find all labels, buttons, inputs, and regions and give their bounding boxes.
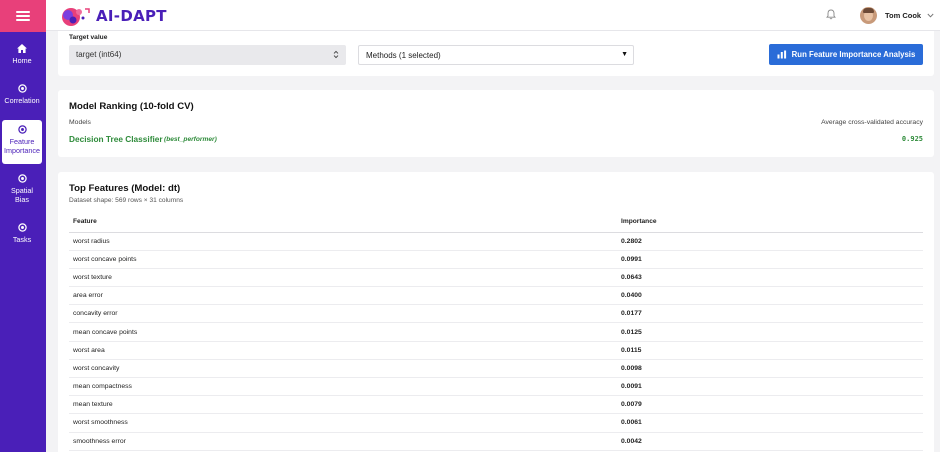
importance-cell: 0.0042 <box>617 432 923 451</box>
target-icon <box>17 223 27 232</box>
table-row: mean concave points 0.0125 <box>69 322 923 342</box>
table-row: worst radius 0.2802 <box>69 232 923 251</box>
top-features-card: Top Features (Model: dt) Dataset shape: … <box>58 172 934 452</box>
model-ranking-card: Model Ranking (10-fold CV) Models Averag… <box>58 90 934 157</box>
app-logo[interactable]: AI-DAPT <box>60 5 167 27</box>
menu-toggle-button[interactable] <box>0 0 46 32</box>
home-icon <box>17 44 27 53</box>
feature-cell: mean compactness <box>69 377 617 397</box>
target-icon <box>17 174 27 183</box>
feature-cell: concavity error <box>69 304 617 324</box>
top-features-title: Top Features (Model: dt) <box>69 183 181 194</box>
importance-cell: 0.0991 <box>617 250 923 269</box>
importance-cell: 0.0061 <box>617 413 923 433</box>
feature-cell: worst texture <box>69 268 617 288</box>
top-bar: AI-DAPT Tom Cook <box>46 0 940 31</box>
bar-chart-icon <box>777 50 786 59</box>
feature-cell: worst area <box>69 341 617 360</box>
sidebar-item-feature-importance[interactable]: Feature Importance <box>2 120 42 164</box>
feature-cell: smoothness error <box>69 432 617 451</box>
best-performer-tag: (best_performer) <box>164 136 217 143</box>
sidebar-item-tasks[interactable]: Tasks <box>2 223 42 253</box>
sidebar-item-label-line1: Feature <box>9 137 35 146</box>
importance-cell: 0.0400 <box>617 286 923 306</box>
sidebar-item-correlation[interactable]: Correlation <box>2 84 42 116</box>
dataset-shape: Dataset shape: 569 rows × 31 columns <box>69 197 184 204</box>
sidebar-item-label: Tasks <box>12 235 32 244</box>
chevron-updown-icon <box>333 50 339 59</box>
target-value-selected: target (int64) <box>76 50 122 59</box>
hamburger-icon <box>16 11 30 21</box>
table-row: mean texture 0.0079 <box>69 395 923 415</box>
column-header-feature: Feature <box>69 212 617 233</box>
importance-cell: 0.0643 <box>617 268 923 288</box>
sidebar-item-label-line1: Spatial <box>11 186 33 195</box>
model-accuracy-score: 0.925 <box>901 135 923 143</box>
sidebar-item-label: Correlation <box>4 96 40 105</box>
table-row: worst concave points 0.0991 <box>69 250 923 269</box>
sidebar-item-label: Home <box>12 56 32 65</box>
run-button-label: Run Feature Importance Analysis <box>791 50 916 59</box>
models-label: Models <box>69 119 91 126</box>
table-row: worst concavity 0.0098 <box>69 359 923 379</box>
logo-icon <box>62 8 90 26</box>
table-row: smoothness error 0.0042 <box>69 432 923 451</box>
importance-cell: 0.0177 <box>617 304 923 324</box>
sidebar-item-spatial-bias[interactable]: Spatial Bias <box>2 174 42 214</box>
accuracy-label: Average cross-validated accuracy <box>821 119 923 126</box>
caret-down-icon: ▼ <box>621 51 628 58</box>
column-header-importance: Importance <box>617 212 923 233</box>
user-name: Tom Cook <box>885 10 922 20</box>
feature-cell: mean texture <box>69 395 617 415</box>
feature-cell: worst radius <box>69 232 617 251</box>
importance-cell: 0.0115 <box>617 341 923 360</box>
feature-cell: area error <box>69 286 617 306</box>
chevron-down-icon <box>927 13 934 18</box>
target-icon <box>17 84 27 93</box>
analysis-controls-card: Target value target (int64) Methods (1 s… <box>58 31 934 76</box>
table-row: worst smoothness 0.0061 <box>69 413 923 433</box>
importance-cell: 0.2802 <box>617 232 923 251</box>
table-row: worst area 0.0115 <box>69 341 923 360</box>
avatar <box>860 6 877 24</box>
table-header-row: Feature Importance <box>69 212 923 233</box>
bell-icon[interactable] <box>826 9 836 20</box>
sidebar: Home Correlation Feature Importance Spat… <box>0 0 46 452</box>
model-ranking-title: Model Ranking (10-fold CV) <box>69 101 194 112</box>
sidebar-item-label-line2: Bias <box>15 195 29 205</box>
logo-text: AI-DAPT <box>96 7 167 25</box>
target-value-label: Target value <box>69 34 108 41</box>
user-menu[interactable]: Tom Cook <box>860 6 934 24</box>
feature-cell: worst smoothness <box>69 413 617 433</box>
feature-cell: worst concave points <box>69 250 617 269</box>
importance-cell: 0.0098 <box>617 359 923 379</box>
feature-cell: mean concave points <box>69 322 617 342</box>
methods-selected: Methods (1 selected) <box>366 51 441 60</box>
table-row: mean compactness 0.0091 <box>69 377 923 397</box>
importance-cell: 0.0091 <box>617 377 923 397</box>
target-value-select[interactable]: target (int64) <box>69 45 346 65</box>
table-row: worst texture 0.0643 <box>69 268 923 288</box>
feature-cell: worst concavity <box>69 359 617 379</box>
target-icon <box>17 125 27 134</box>
sidebar-item-label-line2: Importance <box>4 146 40 156</box>
model-name: Decision Tree Classifier <box>69 134 163 144</box>
methods-select[interactable]: Methods (1 selected) ▼ <box>358 45 634 65</box>
features-table: Feature Importance worst radius 0.2802 wo… <box>69 212 923 451</box>
table-row: concavity error 0.0177 <box>69 304 923 324</box>
run-feature-importance-button[interactable]: Run Feature Importance Analysis <box>769 44 923 65</box>
importance-cell: 0.0079 <box>617 395 923 415</box>
sidebar-item-home[interactable]: Home <box>2 44 42 76</box>
importance-cell: 0.0125 <box>617 322 923 342</box>
table-row: area error 0.0400 <box>69 286 923 306</box>
